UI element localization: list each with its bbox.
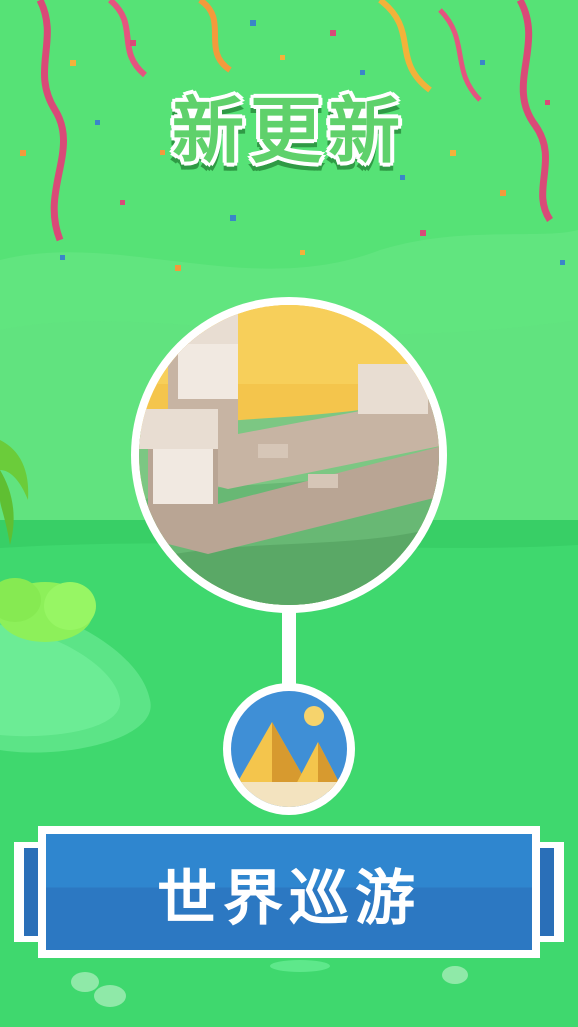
feature-title: 世界巡游 — [157, 863, 421, 934]
great-wall-icon[interactable] — [128, 294, 450, 616]
level-connector — [282, 610, 296, 688]
page-title: 新更新 — [171, 89, 406, 173]
pyramids-icon[interactable] — [222, 682, 356, 816]
